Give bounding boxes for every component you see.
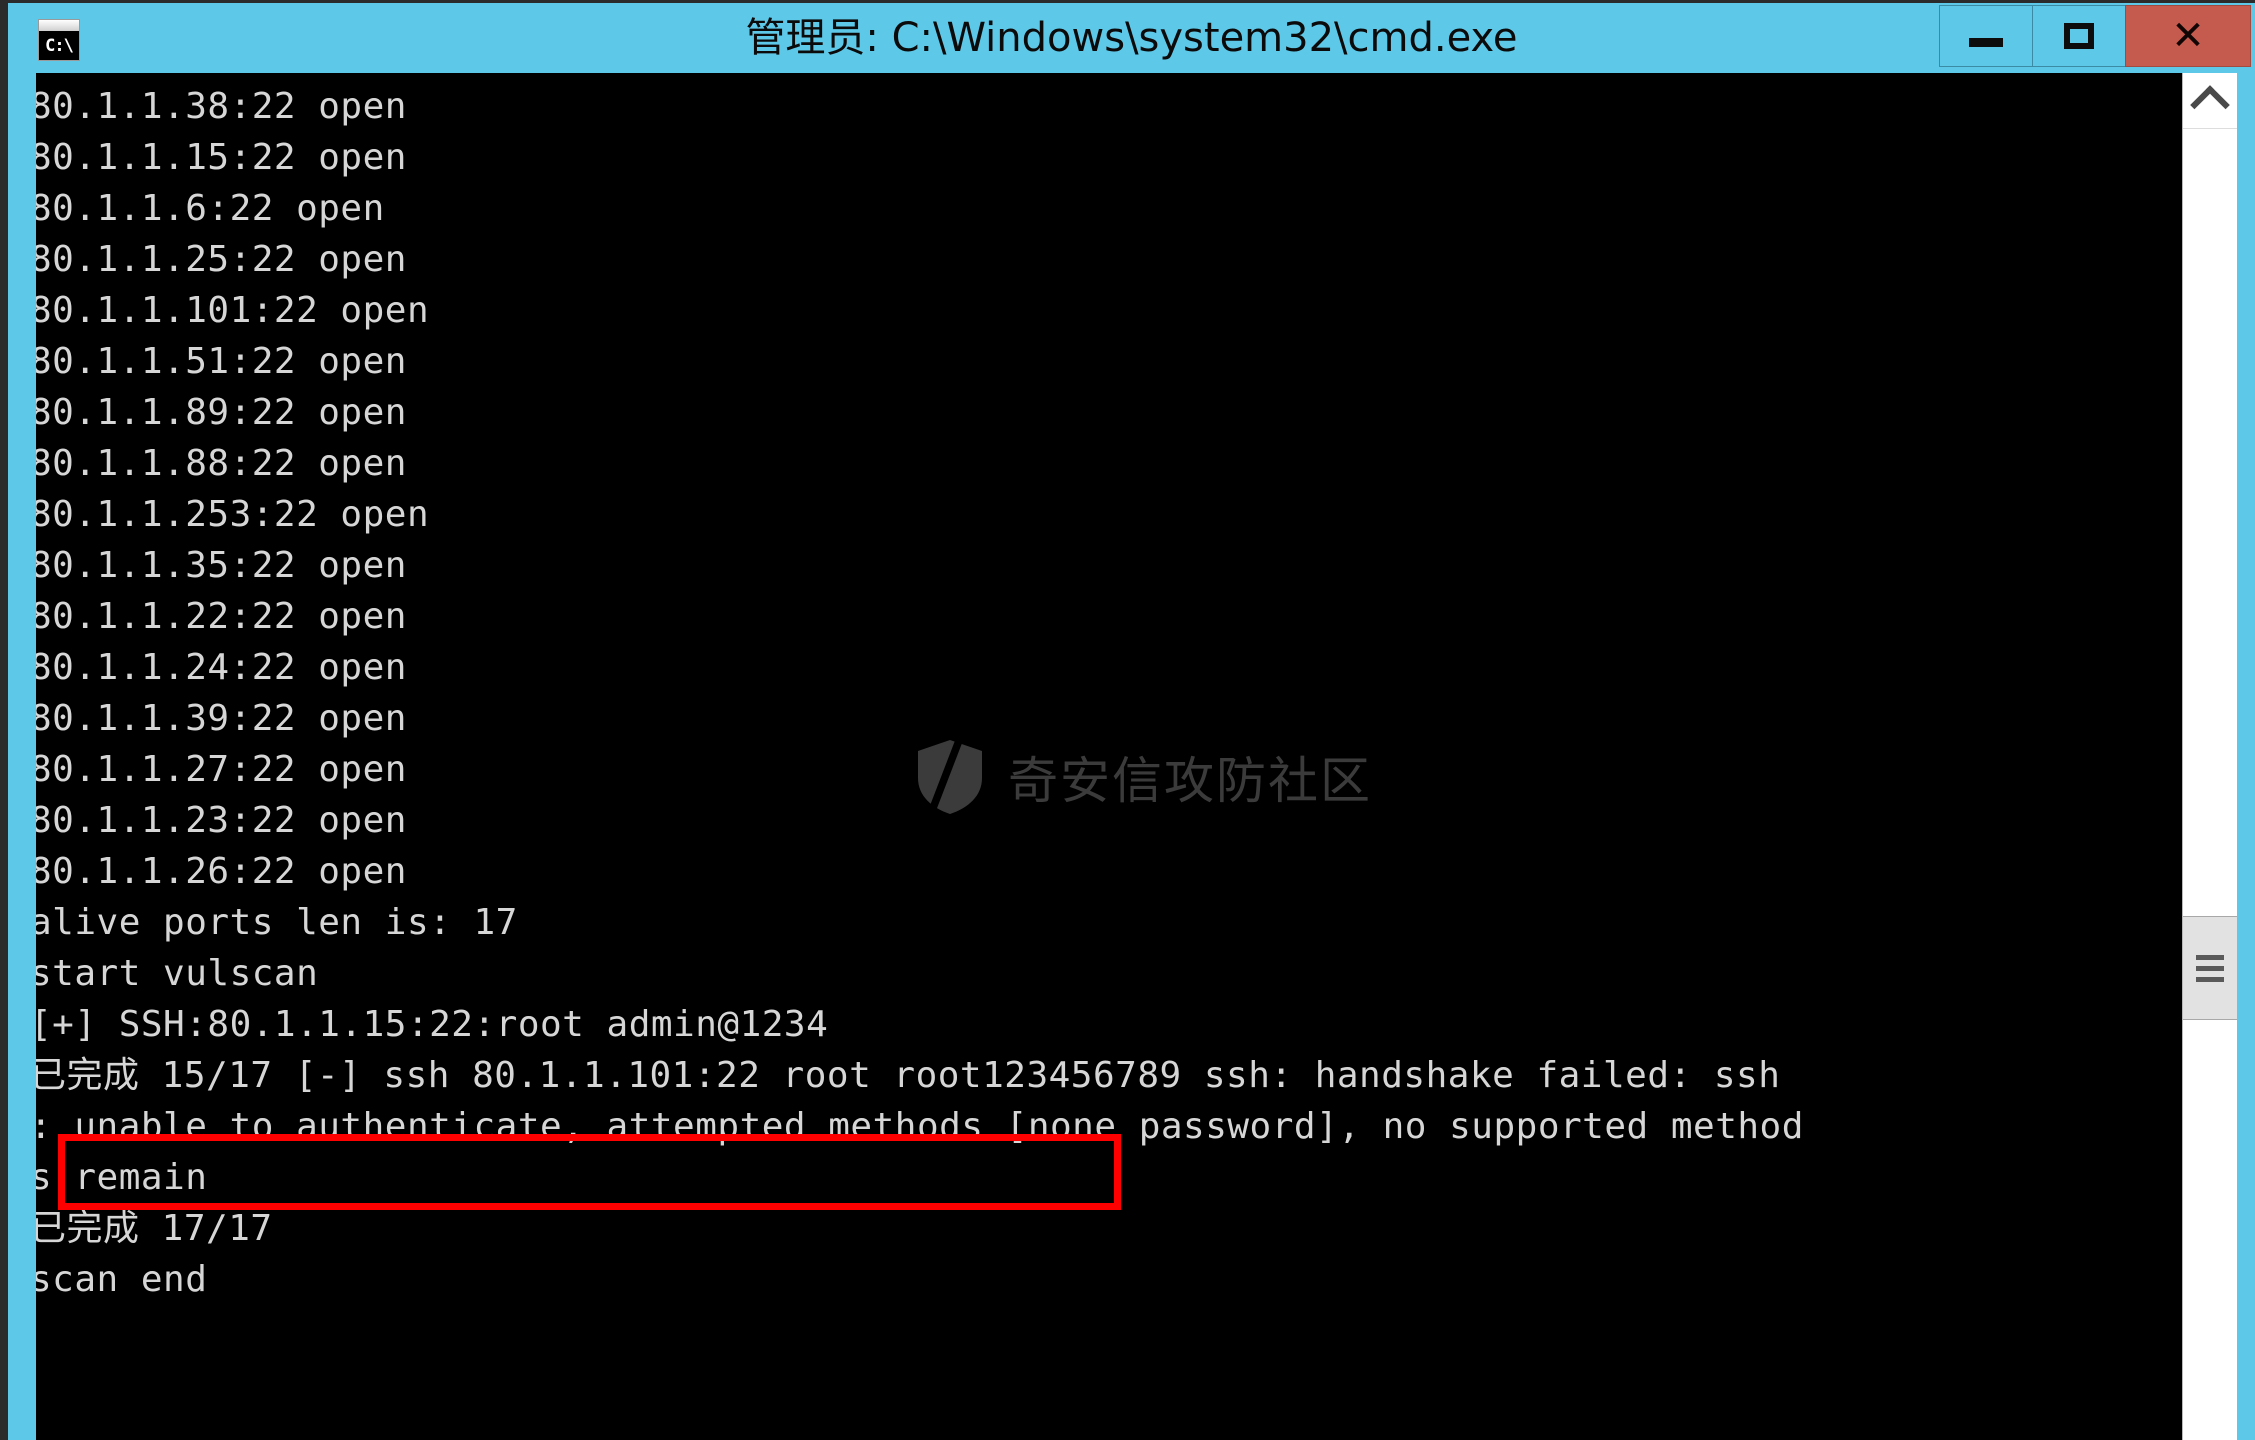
cmd-console-icon: C:\ (38, 19, 80, 61)
icon-prompt-text: C:\ (39, 31, 79, 60)
console-line: 80.1.1.15:22 open (36, 137, 407, 178)
console-line: 80.1.1.51:22 open (36, 341, 407, 382)
console-line: 80.1.1.26:22 open (36, 851, 407, 892)
close-icon: ✕ (2171, 13, 2205, 59)
console-line: 80.1.1.35:22 open (36, 545, 407, 586)
minimize-icon (1969, 37, 2003, 47)
window-controls: ✕ (1939, 5, 2251, 69)
scroll-track[interactable] (2183, 130, 2237, 1440)
cmd-window: C:\ 管理员: C:\Windows\system32\cmd.exe ✕ 8… (0, 0, 2255, 1440)
maximize-button[interactable] (2032, 5, 2126, 67)
maximize-icon (2064, 23, 2094, 49)
console-line: scan end (36, 1259, 208, 1300)
console-line: 80.1.1.27:22 open (36, 749, 407, 790)
console-line: 80.1.1.89:22 open (36, 392, 407, 433)
console-line: start vulscan (36, 953, 319, 994)
console-line: s remain (36, 1157, 208, 1198)
console-line: 80.1.1.38:22 open (36, 86, 407, 127)
console-line: alive ports len is: 17 (36, 902, 518, 943)
console-line: [+] SSH:80.1.1.15:22:root admin@1234 (36, 1004, 829, 1045)
console-line: 80.1.1.23:22 open (36, 800, 407, 841)
console-line: 已完成 17/17 (36, 1208, 273, 1249)
icon-title-strip (39, 20, 79, 31)
console-line: 80.1.1.88:22 open (36, 443, 407, 484)
vertical-scrollbar[interactable] (2182, 73, 2237, 1440)
close-button[interactable]: ✕ (2125, 5, 2251, 67)
scroll-up-arrow[interactable] (2183, 73, 2237, 129)
console-line: 80.1.1.6:22 open (36, 188, 385, 229)
console-line: 80.1.1.39:22 open (36, 698, 407, 739)
grip-line (2196, 965, 2224, 971)
console-line: 80.1.1.101:22 open (36, 290, 430, 331)
title-bar[interactable]: C:\ 管理员: C:\Windows\system32\cmd.exe ✕ (8, 3, 2255, 73)
minimize-button[interactable] (1939, 5, 2033, 67)
console-line: 80.1.1.24:22 open (36, 647, 407, 688)
console-line: 80.1.1.25:22 open (36, 239, 407, 280)
console-line: : unable to authenticate, attempted meth… (36, 1106, 1804, 1147)
console-line: 80.1.1.253:22 open (36, 494, 430, 535)
console-line: 80.1.1.22:22 open (36, 596, 407, 637)
console-text: 80.1.1.38:22 open 80.1.1.15:22 open 80.1.1… (36, 81, 1804, 1305)
console-output-area[interactable]: 80.1.1.38:22 open 80.1.1.15:22 open 80.1.1… (36, 73, 2191, 1440)
grip-line (2196, 976, 2224, 982)
console-line: 已完成 15/17 [-] ssh 80.1.1.101:22 root roo… (36, 1055, 1781, 1096)
grip-line (2196, 954, 2224, 960)
window-title: 管理员: C:\Windows\system32\cmd.exe (745, 15, 1518, 61)
scroll-thumb[interactable] (2183, 916, 2237, 1020)
chevron-up-icon (2190, 84, 2230, 125)
